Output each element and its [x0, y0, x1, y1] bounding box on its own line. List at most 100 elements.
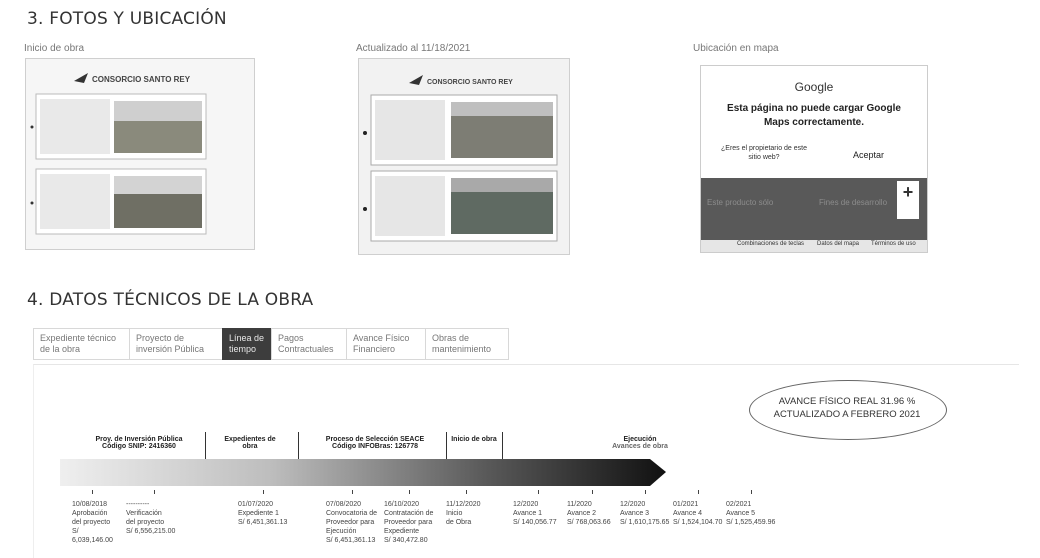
tick: [466, 490, 467, 494]
milestone-amount: S/ 140,056.77: [513, 519, 557, 526]
milestone-label: Avance 1: [513, 510, 543, 517]
map-watermark-left: Este producto sólo: [707, 198, 774, 207]
tick: [352, 490, 353, 494]
phase-title: Proceso de Selección SEACE: [325, 436, 425, 443]
photo-actualizado[interactable]: CONSORCIO SANTO REY: [358, 58, 570, 255]
milestone-label: Aprobación: [72, 510, 108, 517]
phase-title: Ejecución: [623, 436, 657, 443]
map-widget[interactable]: Google Esta página no puede cargar Googl…: [700, 65, 928, 253]
tick: [92, 490, 93, 494]
tab-label: Proyecto de: [136, 333, 185, 343]
photo2-image: CONSORCIO SANTO REY: [359, 59, 569, 254]
milestone-amount: S/ 6,451,361.13: [326, 537, 376, 544]
map-terms-link[interactable]: Términos de uso: [871, 241, 916, 247]
milestone: 11/12/2020 Inicio de Obra: [446, 500, 490, 527]
photo1-caption: Inicio de obra: [24, 43, 85, 54]
milestone-date: 01/2021: [673, 501, 699, 508]
phase-inicio: Inicio de obra: [447, 436, 501, 443]
milestone-label: Expediente: [384, 528, 420, 535]
milestone-amount: S/ 6,556,215.00: [126, 528, 176, 535]
phase-expedientes: Expedientes de obra: [205, 436, 295, 450]
google-logo: Google: [794, 80, 834, 94]
milestone-amount: S/ 6,039,146.00: [72, 528, 113, 544]
map-owner-question: ¿Eres el propietario de este sitio web?: [721, 145, 807, 161]
milestone-label: Expediente 1: [238, 510, 279, 517]
map-caption: Ubicación en mapa: [693, 43, 779, 54]
phase-pip: Proy. de Inversión Pública Código SNIP: …: [74, 436, 204, 450]
map-tiles: Este producto sólo Fines de desarrollo +…: [701, 178, 927, 252]
tab-label: Obras de: [432, 333, 470, 343]
milestone-amount: S/ 1,524,104.70: [673, 519, 723, 526]
section4-title: 4. DATOS TÉCNICOS DE LA OBRA: [27, 290, 314, 310]
tick: [538, 490, 539, 494]
milestone-label: Avance 2: [567, 510, 597, 517]
tick: [154, 490, 155, 494]
milestone-date: 12/2020: [620, 501, 646, 508]
milestone-date: 11/12/2020: [446, 501, 481, 508]
milestone-label: Avance 3: [620, 510, 650, 517]
map-error-dialog: Google Esta página no puede cargar Googl…: [701, 66, 927, 178]
milestone: 02/2021 Avance 5 S/ 1,525,459.96: [726, 500, 786, 527]
milestone-amount: S/ 1,525,459.96: [726, 519, 776, 526]
milestone: 01/2021 Avance 4 S/ 1,524,104.70: [673, 500, 725, 527]
tab-label: Contractuales: [278, 344, 334, 354]
tab-linea-tiempo[interactable]: Línea de tiempo: [222, 328, 272, 360]
milestone-label: Proveedor para: [326, 519, 375, 526]
milestone-date: 12/2020: [513, 501, 539, 508]
milestone-label: Contratación de: [384, 510, 434, 517]
status-line1: AVANCE FÍSICO REAL 31.96 %: [778, 396, 916, 407]
milestone-label: del proyecto: [72, 519, 111, 526]
tick: [263, 490, 264, 494]
milestone: 16/10/2020 Contratación de Proveedor par…: [384, 500, 444, 545]
tab-label: Expediente técnico: [40, 333, 117, 343]
tech-data-tabs: Expediente técnico de la obra Proyecto d…: [33, 328, 509, 360]
phase-title: Proy. de Inversión Pública: [95, 436, 183, 443]
tab-proyecto-inversion[interactable]: Proyecto de inversión Pública: [129, 328, 223, 360]
photo2-caption: Actualizado al 11/18/2021: [356, 43, 471, 54]
tab-pagos-contractuales[interactable]: Pagos Contractuales: [271, 328, 347, 360]
tab-avance-fisico[interactable]: Avance Físico Financiero: [346, 328, 426, 360]
milestone: 01/07/2020 Expediente 1 S/ 6,451,361.13: [238, 500, 300, 527]
tab-label: Pagos: [278, 333, 304, 343]
section3-title: 3. FOTOS Y UBICACIÓN: [27, 9, 227, 29]
milestone-label: Inicio: [446, 510, 463, 517]
zoom-in-button[interactable]: +: [897, 181, 919, 203]
tick: [592, 490, 593, 494]
tab-obras-mantenimiento[interactable]: Obras de mantenimiento: [425, 328, 509, 360]
photo-inicio-obra[interactable]: CONSORCIO SANTO REY: [25, 58, 255, 250]
phase-sub: Avances de obra: [612, 443, 668, 450]
tab-label: de la obra: [40, 344, 81, 354]
phase-title: Expedientes de: [224, 436, 276, 443]
phase-title: Inicio de obra: [451, 436, 497, 443]
milestone-date: 07/08/2020: [326, 501, 362, 508]
status-line2: ACTUALIZADO A FEBRERO 2021: [773, 409, 921, 420]
map-shortcuts-link[interactable]: Combinaciones de teclas: [737, 241, 804, 247]
milestone: 10/08/2018 Aprobación del proyecto S/ 6,…: [72, 500, 120, 545]
milestone-amount: S/ 340,472.80: [384, 537, 428, 544]
milestone-label: de Obra: [446, 519, 472, 526]
milestone-label: Avance 4: [673, 510, 703, 517]
milestone-label: Ejecución: [326, 528, 357, 535]
milestone: 12/2020 Avance 1 S/ 140,056.77: [513, 500, 563, 527]
status-text: AVANCE FÍSICO REAL 31.96 % ACTUALIZADO A…: [749, 395, 945, 421]
tab-label: inversión Pública: [136, 344, 205, 354]
milestone: 12/2020 Avance 3 S/ 1,610,175.65: [620, 500, 672, 527]
photo2-header: CONSORCIO SANTO REY: [427, 79, 513, 86]
map-error-text: Esta página no puede cargar Google Maps …: [727, 103, 901, 128]
milestone-date: 01/07/2020: [238, 501, 274, 508]
tab-expediente-tecnico[interactable]: Expediente técnico de la obra: [33, 328, 130, 360]
tab-label: Línea de: [229, 333, 265, 343]
tab-label: mantenimiento: [432, 344, 492, 354]
milestone-amount: S/ 1,610,175.65: [620, 519, 670, 526]
milestone-date: 02/2021: [726, 501, 752, 508]
milestone-amount: S/ 768,063.66: [567, 519, 611, 526]
tick: [698, 490, 699, 494]
milestone: 07/08/2020 Convocatoria de Proveedor par…: [326, 500, 384, 545]
timeline-arrow: [60, 459, 666, 486]
map-data-link[interactable]: Datos del mapa: [817, 241, 859, 247]
map-accept-button[interactable]: Aceptar: [853, 150, 884, 160]
milestone-date: 11/2020: [567, 501, 592, 508]
tab-label: Avance Físico: [353, 333, 410, 343]
milestone-label: del proyecto: [126, 519, 165, 526]
map-watermark-right: Fines de desarrollo: [819, 198, 888, 207]
